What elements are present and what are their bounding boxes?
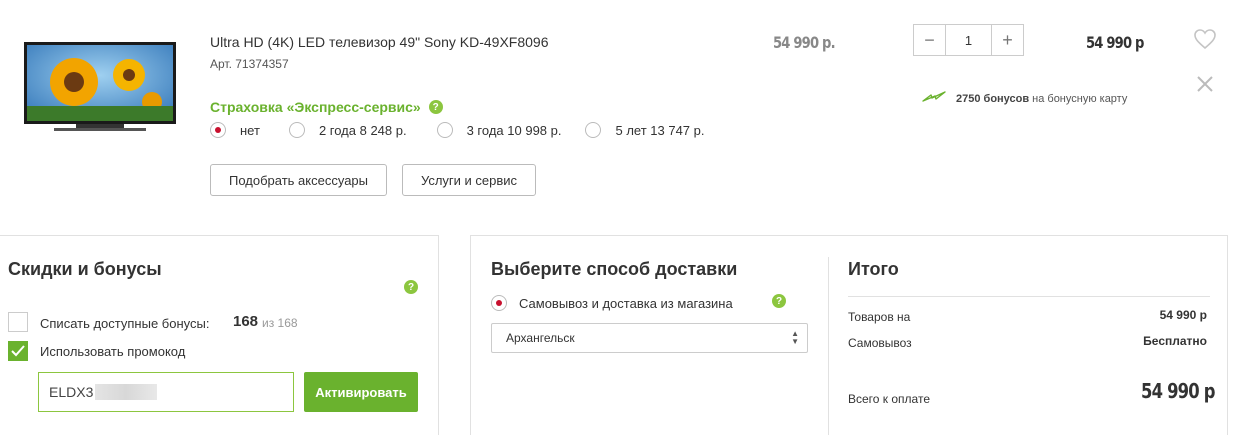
insurance-option-none[interactable]: нет [210,122,260,138]
bonus-text: на бонусную карту [1032,92,1128,105]
bonus-of-total: из 168 [262,316,298,330]
summary-total-label: Всего к оплате [848,392,931,406]
quantity-stepper: − 1 + [913,24,1024,56]
promo-code-label: Использовать промокод [40,344,186,359]
insurance-option-2-years[interactable]: 2 года 8 248 р. [288,122,407,138]
city-select-value: Архангельск [506,331,575,345]
promo-code-checkbox[interactable] [8,341,28,361]
product-name[interactable]: Ultra HD (4K) LED телевизор 49" Sony KD-… [210,34,548,50]
city-select[interactable]: Архангельск ▲ ▼ [491,323,808,353]
insurance-option-label: 3 года 10 998 р. [466,122,562,138]
delivery-help-icon[interactable]: ? [772,294,786,308]
select-arrows-icon: ▲ ▼ [791,329,799,346]
insurance-option-label: 5 лет 13 747 р. [615,122,705,138]
insurance-option-label: 2 года 8 248 р. [318,122,407,138]
insurance-option-5-years[interactable]: 5 лет 13 747 р. [585,122,705,138]
activate-promo-button[interactable]: Активировать [304,372,418,412]
insurance-title: Страховка «Экспресс-сервис» ? [210,99,443,115]
discounts-help-icon[interactable]: ? [404,280,418,294]
radio-pickup[interactable] [491,295,507,311]
summary-goods-label: Товаров на [848,310,911,324]
radio-2-years[interactable] [288,122,305,138]
favorite-heart-icon[interactable] [1193,28,1217,50]
summary-title: Итого [848,259,899,279]
accessories-button[interactable]: Подобрать аксессуары [210,164,387,196]
check-icon [11,345,25,357]
summary-pickup-value: Бесплатно [1143,334,1207,348]
panel-divider [828,257,829,435]
insurance-title-text[interactable]: Страховка «Экспресс-сервис» [210,99,421,115]
discounts-title: Скидки и бонусы [8,259,162,279]
insurance-options: нет 2 года 8 248 р. 3 года 10 998 р. 5 л… [210,122,705,138]
bonus-lightning-icon [922,90,946,107]
delivery-title: Выберите способ доставки [491,259,738,279]
unit-price: 54 990 р. [773,33,836,52]
insurance-help-icon[interactable]: ? [428,100,443,114]
insurance-option-label: нет [240,122,260,138]
promo-code-masked [95,384,158,400]
summary-pickup-label: Самовывоз [848,336,912,350]
delivery-option[interactable]: Самовывоз и доставка из магазина [491,295,733,311]
summary-total-value: 54 990 р [1141,379,1215,403]
use-bonuses-checkbox[interactable] [8,312,28,332]
bonus-info: 2750 бонусов на бонусную карту [922,90,1127,107]
use-bonuses-label: Списать доступные бонусы: [40,316,210,331]
promo-code-value: ELDX3 [49,384,94,400]
delivery-option-label: Самовывоз и доставка из магазина [519,295,733,311]
increase-quantity-button[interactable]: + [992,25,1023,55]
decrease-quantity-button[interactable]: − [914,25,945,55]
radio-5-years[interactable] [585,122,602,138]
remove-item-close-icon[interactable] [1195,74,1215,94]
bonus-available-value: 168 [233,313,259,330]
radio-3-years[interactable] [436,122,453,138]
promo-code-input[interactable]: ELDX3 [38,372,294,412]
summary-divider [848,296,1210,297]
product-article: Арт. 71374357 [210,57,289,71]
insurance-option-3-years[interactable]: 3 года 10 998 р. [436,122,562,138]
services-button[interactable]: Услуги и сервис [402,164,536,196]
quantity-input[interactable]: 1 [945,25,992,55]
radio-none[interactable] [210,122,226,138]
summary-goods-value: 54 990 р [1159,308,1207,322]
bonus-amount: 2750 бонусов [956,92,1030,105]
product-image[interactable] [24,40,176,140]
line-total-price: 54 990 р [1086,33,1144,52]
